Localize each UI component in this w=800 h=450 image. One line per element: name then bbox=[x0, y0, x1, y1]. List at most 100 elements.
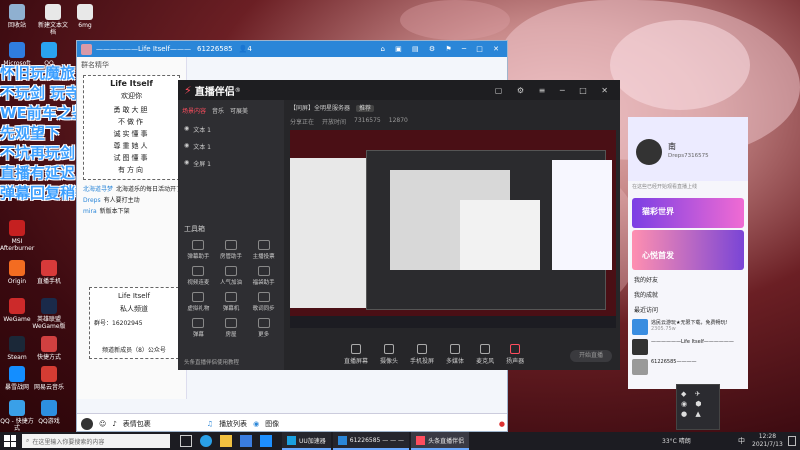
tool-item[interactable]: 弹幕机 bbox=[215, 292, 248, 312]
desktop-icon[interactable]: 新建文本文档 bbox=[36, 4, 70, 36]
source-item[interactable]: ◉ 全屏 1 bbox=[182, 155, 280, 172]
notification-icon[interactable] bbox=[788, 436, 796, 446]
group-tab[interactable]: 群名精华 bbox=[77, 57, 186, 73]
tool-item[interactable]: 福袋助手 bbox=[247, 266, 280, 286]
windows-icon[interactable] bbox=[260, 435, 272, 447]
qq-chat-area: 群名精华 Life Itself 欢迎你 勇敢大胆 不做作 诚实懂事 尊重她人 试图懂事… bbox=[77, 57, 187, 399]
image-icon[interactable]: ◉ bbox=[253, 420, 259, 428]
desktop-icon[interactable]: 网易云音乐 bbox=[32, 366, 66, 391]
eye-icon[interactable]: ◉ bbox=[184, 159, 189, 168]
source-tab[interactable]: 场景内容 bbox=[182, 106, 206, 115]
preview-canvas[interactable] bbox=[290, 130, 616, 328]
tool-label: 歌词同步 bbox=[252, 306, 275, 312]
desktop-icon[interactable]: MSI Afterburner bbox=[0, 220, 34, 252]
tray-icons[interactable]: ◆ ✈ ◉ ⬢ ● ▲ bbox=[677, 385, 719, 423]
action-item[interactable]: 摄像头 bbox=[380, 344, 398, 365]
recent-item[interactable]: 61226585———— bbox=[628, 357, 748, 377]
tool-label: 更多 bbox=[258, 332, 270, 338]
folder-icon[interactable] bbox=[220, 435, 232, 447]
sec-friends[interactable]: 我的好友 bbox=[628, 272, 748, 287]
desktop-icon[interactable]: 快捷方式 bbox=[32, 336, 66, 361]
sec-recent[interactable]: 最近访问 bbox=[628, 302, 748, 317]
banner-game[interactable]: 猫彩世界 bbox=[632, 198, 744, 228]
desktop-icon[interactable]: Origin bbox=[0, 260, 34, 285]
weather[interactable]: 33°C 晴朗 bbox=[662, 436, 691, 445]
desktop-icon-image bbox=[41, 42, 57, 58]
edge-icon[interactable] bbox=[200, 435, 212, 447]
desktop-icon-label: Steam bbox=[7, 354, 27, 361]
desktop-icon[interactable]: 直播手机 bbox=[32, 260, 66, 285]
inputbar-file[interactable]: 播放列表 bbox=[219, 419, 247, 429]
tool-item[interactable]: 虚拟礼物 bbox=[182, 292, 215, 312]
footer-notice[interactable]: 头条直播伴侣使用教程 bbox=[184, 358, 239, 366]
pinned-apps bbox=[180, 435, 272, 447]
task-button[interactable]: 头条直播伴侣 bbox=[411, 432, 470, 450]
inputbar-tag[interactable]: 图像 bbox=[265, 419, 279, 429]
chat-item[interactable]: Dreps 有人要打主动 bbox=[83, 194, 180, 205]
recent-item[interactable]: ——————Life Itself—————— bbox=[628, 337, 748, 357]
desktop-icon[interactable]: 回收站 bbox=[0, 4, 34, 29]
overlay-line: 先观望下 bbox=[0, 124, 61, 142]
inputbar-text[interactable]: 表情包裹 bbox=[123, 419, 151, 429]
window-controls[interactable]: ▢ ⚙ ≡ ─ □ ✕ bbox=[495, 86, 614, 95]
action-item[interactable]: 直播屏幕 bbox=[344, 344, 368, 365]
tool-item[interactable]: 歌词同步 bbox=[247, 292, 280, 312]
banner-promo[interactable]: 心悦首发 bbox=[632, 230, 744, 270]
desktop-icon[interactable]: QQ游戏 bbox=[32, 400, 66, 425]
action-label: 扬声器 bbox=[506, 358, 525, 365]
desktop-icon[interactable]: 英雄联盟 WeGame版 bbox=[32, 298, 66, 330]
tool-item[interactable]: 视频连麦 bbox=[182, 266, 215, 286]
source-tab[interactable]: 音乐 bbox=[212, 106, 224, 115]
obs-title-bar: ⚡ 直播伴侣 ® ▢ ⚙ ≡ ─ □ ✕ bbox=[178, 80, 620, 100]
action-item[interactable]: 扬声器 bbox=[506, 344, 524, 365]
action-item[interactable]: 手机投屏 bbox=[410, 344, 434, 365]
source-label: 全屏 1 bbox=[193, 161, 211, 168]
profile-avatar[interactable] bbox=[636, 139, 662, 165]
tool-item[interactable]: 弹幕助手 bbox=[182, 240, 215, 260]
desktop-icon[interactable]: 6mg bbox=[68, 4, 102, 29]
scene-header: 【同屏】全明星服务器 推荐 分享正在 开放时间 7316575 12870 bbox=[284, 100, 620, 128]
emoji-icon[interactable]: ☺ bbox=[99, 420, 106, 428]
clock[interactable]: 12:28 2021/7/13 bbox=[752, 433, 783, 449]
tool-item[interactable]: 弹幕 bbox=[182, 318, 215, 338]
task-view-icon[interactable] bbox=[180, 435, 192, 447]
start-button[interactable] bbox=[4, 435, 16, 447]
language[interactable]: 中 bbox=[738, 436, 745, 446]
desktop-icon[interactable]: WeGame bbox=[0, 298, 34, 323]
user-avatar[interactable] bbox=[81, 417, 93, 430]
source-item[interactable]: ◉ 文本 1 bbox=[182, 121, 280, 138]
desktop-icon-image bbox=[9, 260, 25, 276]
action-icon bbox=[384, 344, 395, 354]
source-tab[interactable]: 可展美 bbox=[230, 106, 248, 115]
playlist-icon[interactable]: ♫ bbox=[207, 420, 213, 428]
desktop-icon[interactable]: 暴雪战网 bbox=[0, 366, 34, 391]
tool-icon bbox=[257, 266, 270, 276]
search-box[interactable]: ⌕ 在这里输入你要搜索的内容 bbox=[22, 434, 170, 448]
sec-mine[interactable]: 我的成就 bbox=[628, 287, 748, 302]
action-item[interactable]: 麦克风 bbox=[476, 344, 494, 365]
tool-item[interactable]: 房管助手 bbox=[215, 240, 248, 260]
action-label: 手机投屏 bbox=[410, 358, 435, 365]
tool-item[interactable]: 更多 bbox=[247, 318, 280, 338]
recent-item[interactable]: 逃民云游玩★无限下载，免费畅玩! 2305.75w bbox=[628, 317, 748, 337]
tool-item[interactable]: 房屋 bbox=[215, 318, 248, 338]
qq-inputbar[interactable]: ☺ ♪ 表情包裹 ♫ 播放列表 ◉ 图像 ● bbox=[77, 413, 507, 431]
eye-icon[interactable]: ◉ bbox=[184, 125, 189, 134]
chat-item[interactable]: mira 新版本下架 bbox=[83, 205, 180, 216]
desktop-icon[interactable]: Steam bbox=[0, 336, 34, 361]
desktop-icon-image bbox=[9, 336, 25, 352]
task-button[interactable]: UU加速器 bbox=[282, 432, 331, 450]
tool-item[interactable]: 主播投票 bbox=[247, 240, 280, 260]
desktop-icon-image bbox=[9, 366, 25, 382]
task-button[interactable]: 61226585 — — — bbox=[332, 432, 410, 450]
source-item[interactable]: ◉ 文本 1 bbox=[182, 138, 280, 155]
eye-icon[interactable]: ◉ bbox=[184, 142, 189, 151]
action-item[interactable]: 多媒体 bbox=[446, 344, 464, 365]
chat-item[interactable]: 北海道寻梦 北海道乐的每日活动开了 bbox=[83, 183, 180, 194]
send-icon[interactable]: ● bbox=[499, 420, 505, 428]
go-live-button[interactable]: 开始直播 bbox=[570, 350, 612, 362]
desktop-icon[interactable]: QQ - 快捷方式 bbox=[0, 400, 34, 432]
mic-icon[interactable]: ♪ bbox=[112, 420, 116, 428]
tool-item[interactable]: 人气加油 bbox=[215, 266, 248, 286]
store-icon[interactable] bbox=[240, 435, 252, 447]
